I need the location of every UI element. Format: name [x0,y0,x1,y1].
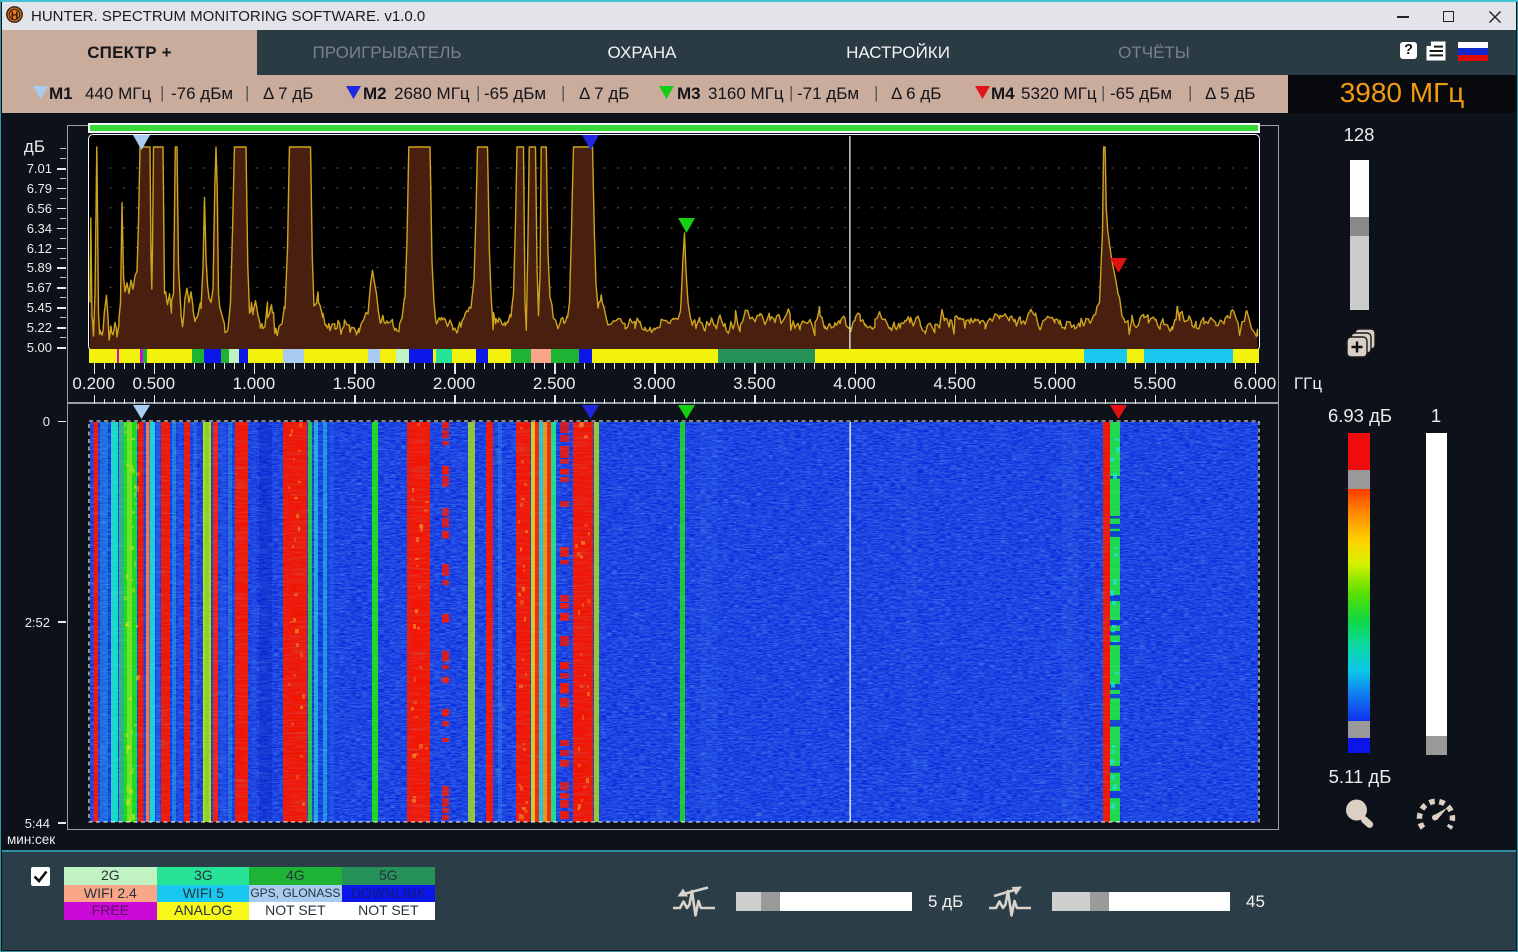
svg-text:H: H [11,10,18,21]
